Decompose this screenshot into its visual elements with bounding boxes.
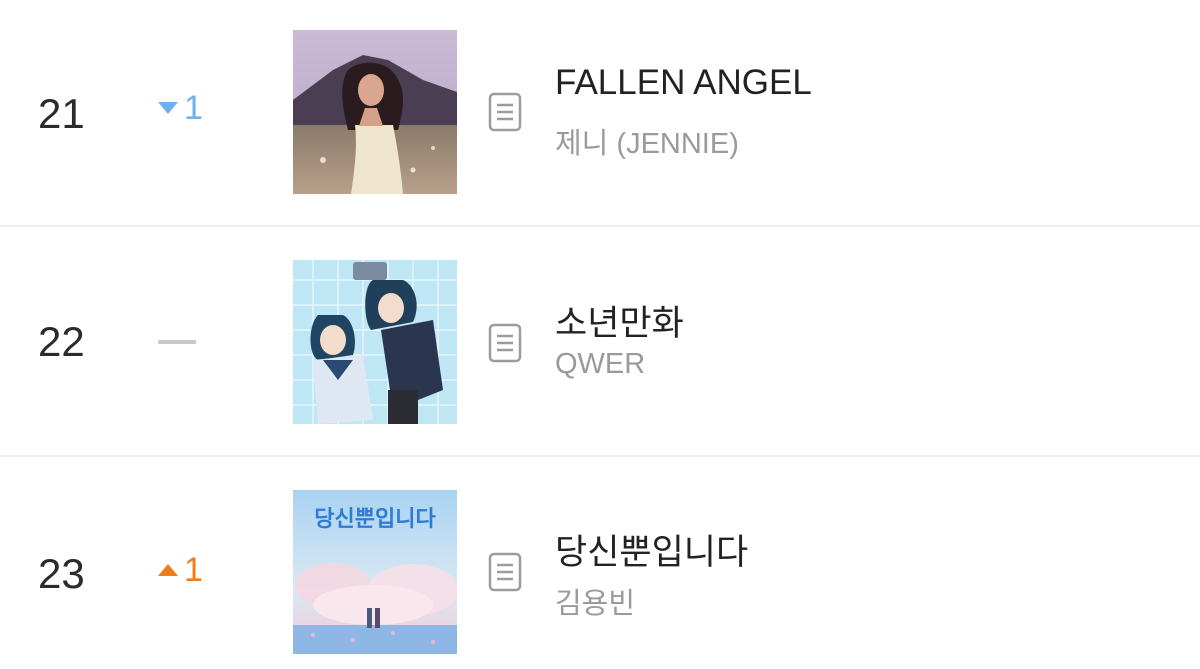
- album-cover[interactable]: [293, 30, 457, 194]
- chart-row[interactable]: 23 1 당신뿐입니다 당신뿐입니다 김용빈: [0, 457, 1200, 669]
- cover-title-text: 당신뿐입니다: [314, 507, 436, 532]
- artist-name[interactable]: 제니 (JENNIE): [555, 120, 739, 162]
- album-cover-image: [293, 260, 457, 424]
- album-cover-image: [293, 30, 457, 194]
- rank-number: 21: [38, 90, 85, 137]
- rank-change: 1: [158, 550, 203, 590]
- chart-row[interactable]: 22 소년만화 QWER: [0, 227, 1200, 457]
- lyrics-document-icon[interactable]: [488, 552, 522, 592]
- rank-change: [158, 322, 196, 362]
- rank-number: 23: [38, 550, 85, 597]
- lyrics-document-icon[interactable]: [488, 92, 522, 132]
- rank-up-icon: [158, 564, 178, 576]
- rank-change-value: 1: [184, 550, 203, 589]
- album-cover-image: 당신뿐입니다: [293, 490, 457, 654]
- song-title[interactable]: 당신뿐입니다: [555, 524, 748, 575]
- rank-change: 1: [158, 88, 203, 128]
- rank-number: 22: [38, 318, 85, 365]
- artist-name[interactable]: 김용빈: [555, 580, 635, 622]
- album-cover[interactable]: 당신뿐입니다: [293, 490, 457, 654]
- song-title[interactable]: 소년만화: [555, 295, 684, 346]
- song-title[interactable]: FALLEN ANGEL: [555, 63, 812, 103]
- artist-name[interactable]: QWER: [555, 348, 645, 381]
- chart-list: 21 1 FALLEN ANGEL 제니 (JENNIE) 22 소년만화 QW…: [0, 0, 1200, 669]
- lyrics-document-icon[interactable]: [488, 323, 522, 363]
- rank-down-icon: [158, 102, 178, 114]
- album-cover[interactable]: [293, 260, 457, 424]
- rank-same-icon: [158, 340, 196, 344]
- chart-row[interactable]: 21 1 FALLEN ANGEL 제니 (JENNIE): [0, 0, 1200, 227]
- rank-change-value: 1: [184, 88, 203, 127]
